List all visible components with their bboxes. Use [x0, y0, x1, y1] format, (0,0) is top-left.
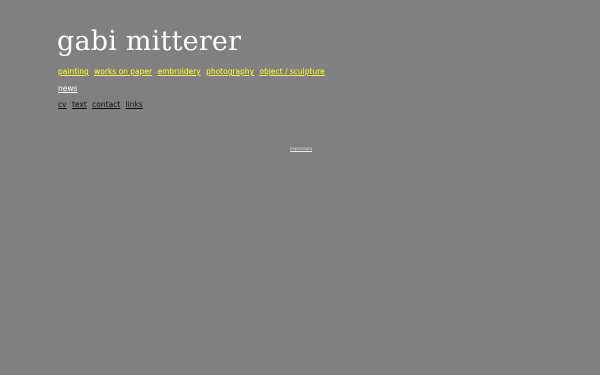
nav-link-links[interactable]: links	[126, 100, 143, 109]
nav-link-cv[interactable]: cv	[58, 100, 67, 109]
imprint-link[interactable]: impressum	[290, 146, 312, 151]
nav-link-news[interactable]: news	[58, 84, 77, 93]
nav-link-embroidery[interactable]: embroidery	[158, 67, 201, 76]
media-nav: painting works on paper embroidery photo…	[58, 67, 328, 77]
site-title: gabi mitterer	[57, 26, 242, 57]
nav-link-photography[interactable]: photography	[206, 67, 254, 76]
news-nav: news	[58, 84, 80, 94]
info-nav: cv text contact links	[58, 100, 146, 110]
nav-link-text[interactable]: text	[72, 100, 87, 109]
nav-link-object-sculpture[interactable]: object / sculpture	[259, 67, 324, 76]
nav-link-painting[interactable]: painting	[58, 67, 89, 76]
nav-link-contact[interactable]: contact	[92, 100, 120, 109]
nav-link-works-on-paper[interactable]: works on paper	[94, 67, 152, 76]
